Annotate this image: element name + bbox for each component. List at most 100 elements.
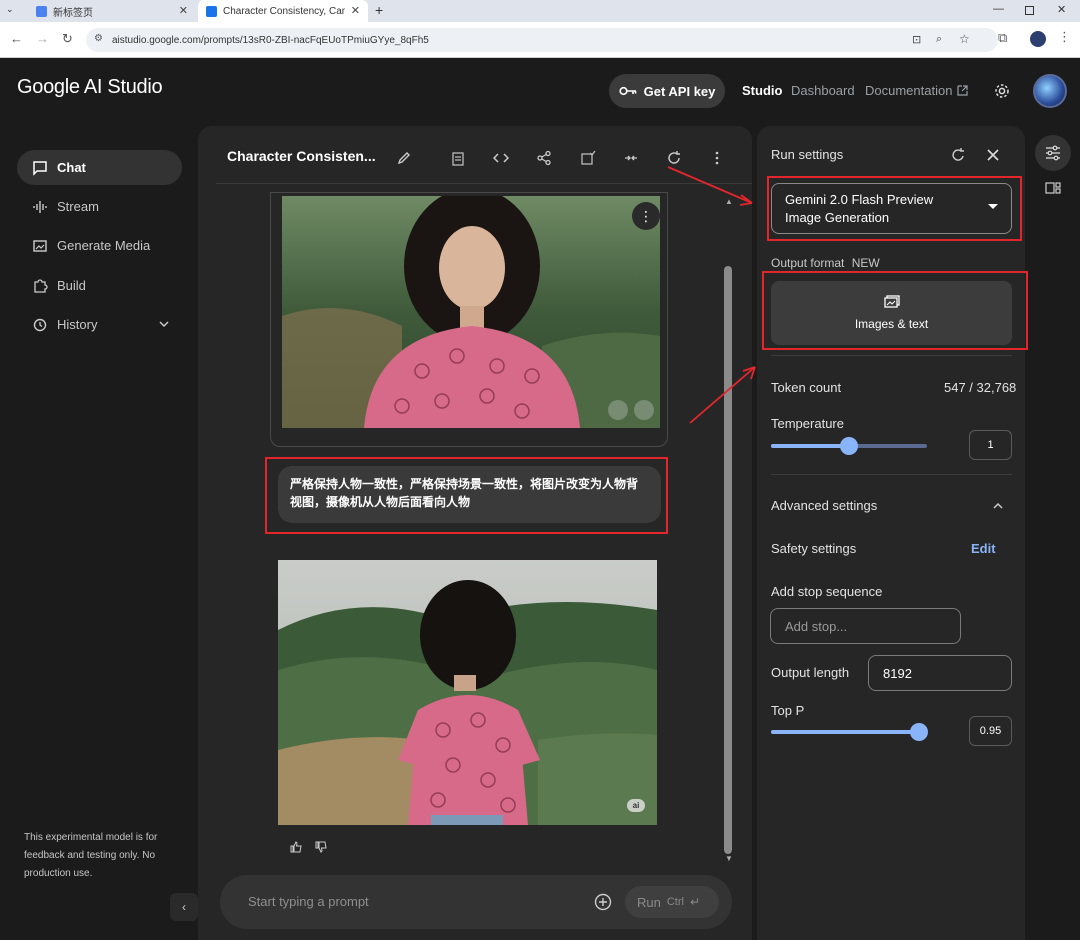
fullscreen-icon[interactable] [634, 400, 654, 420]
sidebar-item-generate-media[interactable]: Generate Media [17, 228, 182, 263]
sidebar-item-build[interactable]: Build [17, 268, 182, 303]
safety-edit-link[interactable]: Edit [971, 541, 996, 556]
compare-icon[interactable] [623, 150, 639, 166]
tab-title: Character Consistency, Came [223, 5, 345, 17]
reset-settings-icon[interactable] [950, 147, 966, 163]
experimental-disclaimer: This experimental model is for feedback … [24, 832, 158, 879]
collapse-sidebar-button[interactable]: ‹ [170, 893, 198, 921]
scroll-up-arrow-icon[interactable]: ▲ [725, 197, 733, 206]
close-icon[interactable] [987, 149, 999, 161]
advanced-settings-label[interactable]: Advanced settings [771, 498, 877, 513]
tab-title: 新标签页 [53, 7, 93, 19]
sidebar-item-history[interactable]: History [17, 307, 182, 342]
browser-tab-newtab[interactable]: 新标签页 ✕ [28, 0, 196, 22]
nav-documentation[interactable]: Documentation [865, 83, 969, 98]
generated-image-back[interactable] [278, 560, 657, 825]
reset-icon[interactable] [666, 150, 682, 166]
annotation-box-model [767, 176, 1022, 241]
more-vert-icon[interactable] [709, 150, 725, 166]
get-api-key-button[interactable]: Get API key [609, 74, 725, 108]
download-icon[interactable] [608, 400, 628, 420]
waveform-icon [33, 200, 47, 213]
external-link-icon [957, 85, 969, 96]
thumbs-up-icon[interactable] [290, 841, 302, 853]
image-options-button[interactable]: ⋮ [632, 202, 660, 230]
token-count-label: Token count [771, 380, 842, 395]
sidebar-item-label: Build [57, 278, 86, 293]
media-gallery-icon[interactable] [1045, 182, 1061, 194]
share-icon[interactable] [536, 150, 552, 166]
stop-sequence-label: Add stop sequence [771, 584, 883, 599]
chevron-down-icon [159, 321, 169, 328]
temperature-slider-knob[interactable] [840, 437, 858, 455]
output-length-label: Output length [771, 665, 850, 680]
stop-sequence-input[interactable]: Add stop... [770, 608, 961, 644]
divider [771, 474, 1012, 475]
history-icon [33, 318, 47, 331]
settings-gear-icon[interactable] [994, 83, 1010, 99]
maximize-window-icon[interactable] [1025, 6, 1034, 15]
top-p-slider-fill [771, 730, 920, 734]
zoom-icon[interactable]: ⌕ [936, 33, 942, 46]
generated-image-front[interactable] [282, 196, 660, 428]
output-format-label: Output format NEW [771, 256, 880, 270]
browser-tab-aistudio[interactable]: Character Consistency, Came ✕ [198, 0, 368, 22]
new-badge: NEW [851, 256, 880, 270]
sidebar-item-stream[interactable]: Stream [17, 189, 182, 224]
temperature-input[interactable]: 1 [969, 430, 1012, 460]
output-length-input[interactable]: 8192 [868, 655, 1012, 691]
sidebar-item-label: History [57, 317, 98, 332]
bookmark-star-icon[interactable]: ☆ [959, 32, 970, 46]
thumbs-down-icon[interactable] [315, 841, 327, 853]
chevron-up-icon[interactable] [993, 502, 1003, 509]
newtab-favicon-icon [36, 5, 47, 17]
minimize-window-icon[interactable]: — [993, 3, 1004, 15]
divider [771, 355, 1012, 356]
back-arrow-icon[interactable]: ← [10, 31, 23, 46]
clipboard-icon[interactable] [450, 150, 466, 166]
puzzle-icon [34, 278, 48, 293]
prompt-title: Character Consisten... [227, 148, 376, 164]
cast-icon[interactable]: ⊡ [912, 33, 921, 46]
site-info-icon[interactable]: ⚙ [94, 33, 103, 44]
run-settings-panel [757, 126, 1025, 940]
tab-list-chevron-icon[interactable]: ⌄ [6, 4, 20, 18]
sidebar-item-chat[interactable]: Chat [17, 150, 182, 185]
nav-studio[interactable]: Studio [742, 83, 782, 98]
chat-scrollbar[interactable] [724, 266, 732, 854]
run-button[interactable]: Run Ctrl ↵ [625, 886, 719, 918]
code-icon[interactable] [493, 150, 509, 166]
header-divider [216, 183, 752, 184]
extensions-icon[interactable]: ⧉ [998, 30, 1007, 46]
get-api-key-label: Get API key [643, 83, 716, 99]
close-window-icon[interactable]: ✕ [1057, 3, 1066, 16]
chevron-left-icon: ‹ [182, 900, 186, 914]
output-format-label-text: Output format [771, 256, 845, 270]
nav-dashboard[interactable]: Dashboard [791, 83, 855, 98]
add-media-icon[interactable] [594, 893, 612, 911]
sidebar-item-label: Stream [57, 199, 99, 214]
close-tab-icon[interactable]: ✕ [179, 4, 188, 17]
run-settings-toggle-button[interactable] [1035, 135, 1071, 171]
enter-key-icon: ↵ [689, 895, 701, 909]
app-logo[interactable]: Google AI Studio [17, 76, 163, 99]
top-p-input[interactable]: 0.95 [969, 716, 1012, 746]
reload-icon[interactable]: ↻ [62, 31, 73, 47]
tune-icon [1046, 145, 1060, 161]
ai-generated-badge: ai [627, 799, 645, 812]
url-bar[interactable]: ⚙ aistudio.google.com/prompts/13sR0-ZBI-… [86, 28, 998, 52]
browser-tab-bar: ⌄ 新标签页 ✕ Character Consistency, Came ✕ +… [0, 0, 1080, 22]
browser-menu-icon[interactable]: ⋮ [1058, 29, 1071, 45]
portrait-back-illustration [278, 560, 657, 825]
user-avatar[interactable] [1033, 74, 1067, 108]
sidebar-item-label: Chat [57, 160, 86, 175]
save-drive-icon[interactable] [580, 150, 596, 166]
edit-pencil-icon[interactable] [396, 150, 412, 166]
chat-icon [33, 160, 47, 176]
scroll-down-arrow-icon[interactable]: ▼ [725, 854, 733, 863]
more-vert-icon: ⋮ [639, 207, 653, 224]
close-tab-icon[interactable]: ✕ [351, 4, 360, 17]
forward-arrow-icon[interactable]: → [36, 31, 49, 46]
profile-avatar-icon[interactable] [1030, 31, 1046, 47]
new-tab-icon[interactable]: + [375, 2, 383, 18]
